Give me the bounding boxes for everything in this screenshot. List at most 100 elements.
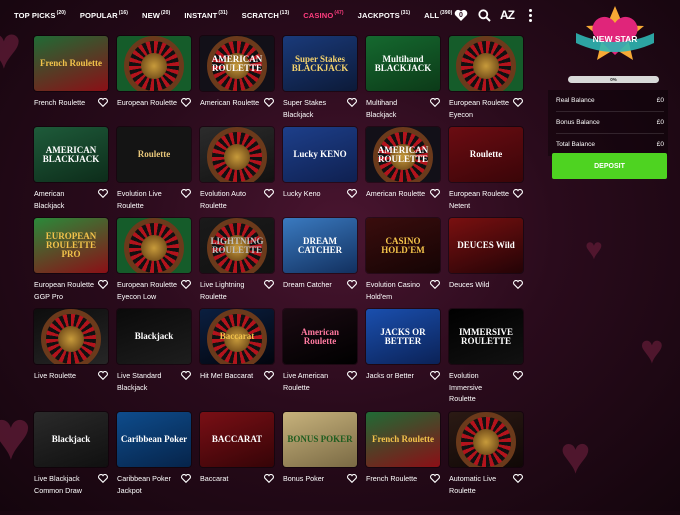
game-tile[interactable]: European Roulette bbox=[117, 36, 191, 127]
favourite-heart-icon[interactable] bbox=[181, 189, 191, 198]
game-tile[interactable]: DEUCES Wild Deuces Wild bbox=[449, 218, 523, 309]
game-thumbnail[interactable]: JACKS OR BETTER bbox=[366, 309, 440, 364]
game-tile[interactable]: Blackjack Live Standard Blackjack bbox=[117, 309, 191, 412]
game-tile[interactable]: Multihand BLACKJACK Multihand Blackjack bbox=[366, 36, 440, 127]
game-tile[interactable]: BACCARAT Baccarat bbox=[200, 412, 274, 515]
game-thumbnail[interactable]: IMMERSIVE ROULETTE bbox=[449, 309, 523, 364]
favourite-heart-icon[interactable] bbox=[181, 98, 191, 107]
game-thumbnail[interactable]: Roulette bbox=[117, 127, 191, 182]
game-tile[interactable]: Lucky KENO Lucky Keno bbox=[283, 127, 357, 218]
favourite-heart-icon[interactable] bbox=[181, 474, 191, 483]
tab-new[interactable]: NEW(20) bbox=[142, 10, 170, 20]
game-tile[interactable]: AMERICAN ROULETTE American Roulette bbox=[200, 36, 274, 127]
game-thumbnail[interactable]: LIGHTNING ROULETTE bbox=[200, 218, 274, 273]
favourite-heart-icon[interactable] bbox=[347, 280, 357, 289]
deposit-button[interactable]: DEPOSIT bbox=[552, 153, 667, 179]
game-tile[interactable]: European Roulette Eyecon Low bbox=[117, 218, 191, 309]
game-thumbnail[interactable]: American Roulette bbox=[283, 309, 357, 364]
favourite-heart-icon[interactable] bbox=[513, 371, 523, 380]
game-thumbnail[interactable]: AMERICAN ROULETTE bbox=[200, 36, 274, 91]
game-tile[interactable]: French Roulette French Roulette bbox=[34, 36, 108, 127]
tab-popular[interactable]: POPULAR(16) bbox=[80, 10, 128, 20]
favourite-heart-icon[interactable] bbox=[430, 474, 440, 483]
game-thumbnail[interactable]: Multihand BLACKJACK bbox=[366, 36, 440, 91]
favourite-heart-icon[interactable] bbox=[98, 189, 108, 198]
favourite-heart-icon[interactable] bbox=[513, 98, 523, 107]
game-thumbnail[interactable] bbox=[449, 36, 523, 91]
favourite-heart-icon[interactable] bbox=[347, 98, 357, 107]
tab-instant[interactable]: INSTANT(31) bbox=[184, 10, 227, 20]
game-thumbnail[interactable]: BACCARAT bbox=[200, 412, 274, 467]
game-thumbnail[interactable]: AMERICAN BLACKJACK bbox=[34, 127, 108, 182]
favourite-heart-icon[interactable] bbox=[264, 280, 274, 289]
game-tile[interactable]: Baccarat Hit Me! Baccarat bbox=[200, 309, 274, 412]
game-thumbnail[interactable]: CASINO HOLD'EM bbox=[366, 218, 440, 273]
game-thumbnail[interactable] bbox=[117, 36, 191, 91]
favourite-heart-icon[interactable] bbox=[513, 474, 523, 483]
favourite-heart-icon[interactable] bbox=[347, 371, 357, 380]
game-tile[interactable]: EUROPEAN ROULETTE PRO European Roulette G… bbox=[34, 218, 108, 309]
game-thumbnail[interactable] bbox=[200, 127, 274, 182]
favourite-heart-icon[interactable] bbox=[98, 371, 108, 380]
favourites-button[interactable]: 0 bbox=[454, 9, 468, 22]
game-thumbnail[interactable]: French Roulette bbox=[366, 412, 440, 467]
tab-all[interactable]: ALL(390) bbox=[424, 10, 452, 20]
game-thumbnail[interactable]: DREAM CATCHER bbox=[283, 218, 357, 273]
favourite-heart-icon[interactable] bbox=[513, 189, 523, 198]
game-tile[interactable]: Super Stakes BLACKJACK Super Stakes Black… bbox=[283, 36, 357, 127]
game-tile[interactable]: AMERICAN ROULETTE American Roulette bbox=[366, 127, 440, 218]
game-tile[interactable]: Blackjack Live Blackjack Common Draw bbox=[34, 412, 108, 515]
search-button[interactable] bbox=[477, 8, 491, 22]
favourite-heart-icon[interactable] bbox=[347, 189, 357, 198]
game-thumbnail[interactable]: Blackjack bbox=[117, 309, 191, 364]
game-tile[interactable]: French Roulette French Roulette bbox=[366, 412, 440, 515]
game-thumbnail[interactable]: Roulette bbox=[449, 127, 523, 182]
game-thumbnail[interactable]: Baccarat bbox=[200, 309, 274, 364]
favourite-heart-icon[interactable] bbox=[181, 371, 191, 380]
game-tile[interactable]: Evolution Auto Roulette bbox=[200, 127, 274, 218]
game-thumbnail[interactable]: AMERICAN ROULETTE bbox=[366, 127, 440, 182]
favourite-heart-icon[interactable] bbox=[347, 474, 357, 483]
game-tile[interactable]: Roulette European Roulette Netent bbox=[449, 127, 523, 218]
favourite-heart-icon[interactable] bbox=[513, 280, 523, 289]
game-thumbnail[interactable] bbox=[34, 309, 108, 364]
tab-scratch[interactable]: SCRATCH(13) bbox=[242, 10, 290, 20]
favourite-heart-icon[interactable] bbox=[430, 280, 440, 289]
tab-jackpots[interactable]: JACKPOTS(31) bbox=[358, 10, 410, 20]
favourite-heart-icon[interactable] bbox=[264, 474, 274, 483]
game-thumbnail[interactable]: Lucky KENO bbox=[283, 127, 357, 182]
game-thumbnail[interactable]: EUROPEAN ROULETTE PRO bbox=[34, 218, 108, 273]
favourite-heart-icon[interactable] bbox=[264, 98, 274, 107]
tab-top-picks[interactable]: TOP PICKS(20) bbox=[14, 10, 66, 20]
more-menu-button[interactable] bbox=[523, 8, 537, 22]
game-thumbnail[interactable]: BONUS POKER bbox=[283, 412, 357, 467]
favourite-heart-icon[interactable] bbox=[430, 371, 440, 380]
game-tile[interactable]: BONUS POKER Bonus Poker bbox=[283, 412, 357, 515]
favourite-heart-icon[interactable] bbox=[98, 98, 108, 107]
favourite-heart-icon[interactable] bbox=[264, 189, 274, 198]
game-tile[interactable]: European Roulette Eyecon bbox=[449, 36, 523, 127]
game-tile[interactable]: DREAM CATCHER Dream Catcher bbox=[283, 218, 357, 309]
game-tile[interactable]: Live Roulette bbox=[34, 309, 108, 412]
favourite-heart-icon[interactable] bbox=[430, 189, 440, 198]
favourite-heart-icon[interactable] bbox=[181, 280, 191, 289]
sort-az-button[interactable]: AZ bbox=[500, 8, 515, 22]
favourite-heart-icon[interactable] bbox=[430, 98, 440, 107]
tab-casino[interactable]: CASINO(47) bbox=[303, 10, 343, 20]
game-tile[interactable]: IMMERSIVE ROULETTE Evolution Immersive Ro… bbox=[449, 309, 523, 412]
game-thumbnail[interactable]: Super Stakes BLACKJACK bbox=[283, 36, 357, 91]
game-tile[interactable]: Roulette Evolution Live Roulette bbox=[117, 127, 191, 218]
game-tile[interactable]: AMERICAN BLACKJACK American Blackjack bbox=[34, 127, 108, 218]
game-thumbnail[interactable]: DEUCES Wild bbox=[449, 218, 523, 273]
game-thumbnail[interactable]: French Roulette bbox=[34, 36, 108, 91]
game-thumbnail[interactable]: Caribbean Poker bbox=[117, 412, 191, 467]
game-tile[interactable]: Caribbean Poker Caribbean Poker Jackpot bbox=[117, 412, 191, 515]
favourite-heart-icon[interactable] bbox=[98, 280, 108, 289]
game-tile[interactable]: LIGHTNING ROULETTE Live Lightning Roulett… bbox=[200, 218, 274, 309]
game-thumbnail[interactable]: Blackjack bbox=[34, 412, 108, 467]
favourite-heart-icon[interactable] bbox=[98, 474, 108, 483]
game-thumbnail[interactable] bbox=[117, 218, 191, 273]
game-tile[interactable]: JACKS OR BETTER Jacks or Better bbox=[366, 309, 440, 412]
game-tile[interactable]: Automatic Live Roulette bbox=[449, 412, 523, 515]
game-thumbnail[interactable] bbox=[449, 412, 523, 467]
